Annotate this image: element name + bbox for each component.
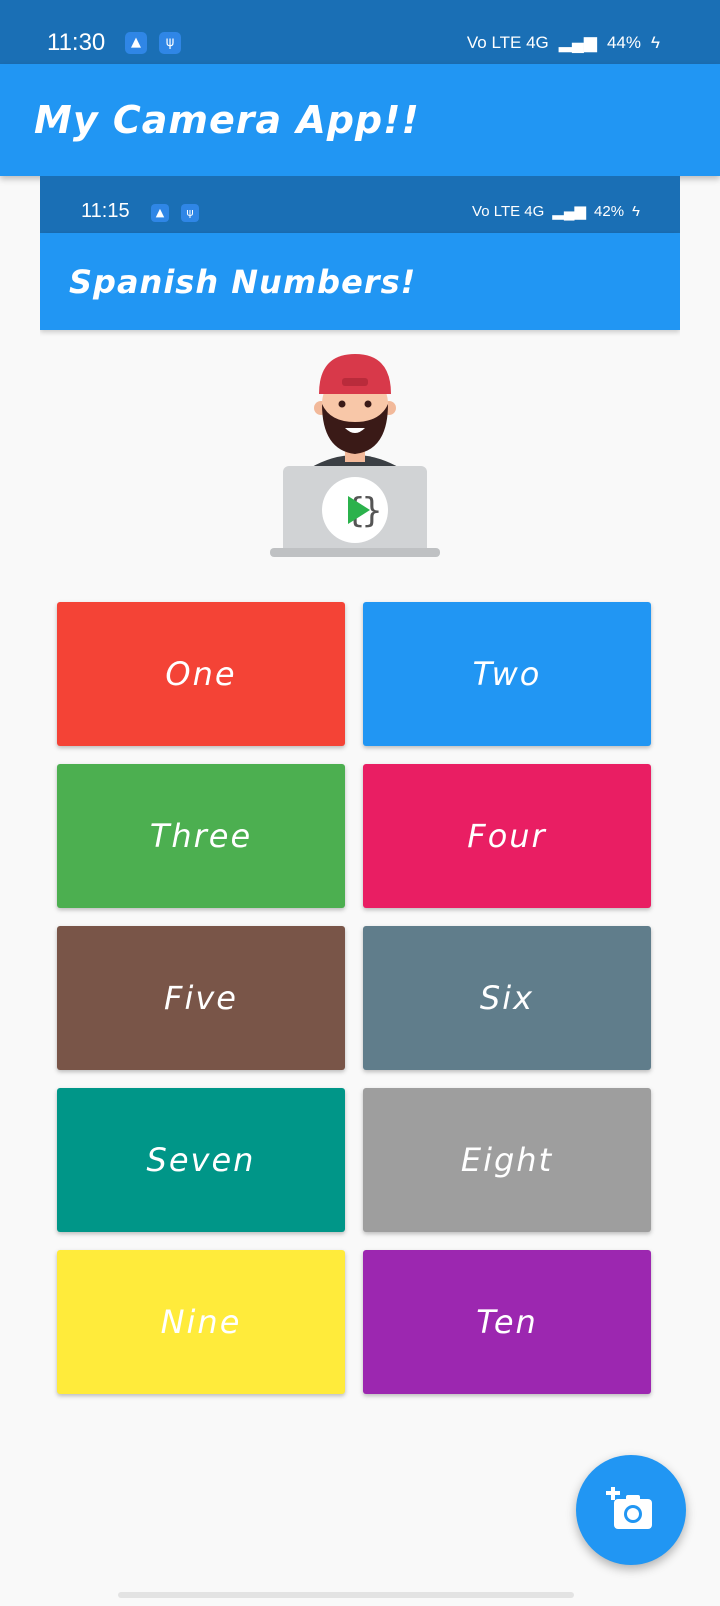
preview-usb-icon: ψ	[181, 204, 199, 222]
preview-charging-icon: ϟ	[632, 203, 640, 220]
preview-app-title: Spanish Numbers!	[69, 263, 417, 301]
android-icon: ▲	[125, 32, 147, 54]
number-label: Six	[479, 979, 535, 1017]
preview-network-indicator: Vo LTE 4G	[472, 203, 545, 220]
number-label: Four	[467, 817, 547, 855]
number-button-nine[interactable]: Nine	[57, 1250, 345, 1394]
number-button-eight[interactable]: Eight	[363, 1088, 651, 1232]
number-label: Ten	[476, 1303, 538, 1341]
preview-battery-level: 42%	[594, 203, 625, 220]
number-button-six[interactable]: Six	[363, 926, 651, 1070]
charging-icon: ϟ	[651, 33, 660, 52]
number-button-four[interactable]: Four	[363, 764, 651, 908]
number-label: One	[165, 655, 237, 693]
add-camera-icon	[606, 1487, 652, 1529]
number-label: Eight	[460, 1141, 554, 1179]
number-label: Two	[472, 655, 542, 693]
number-button-five[interactable]: Five	[57, 926, 345, 1070]
preview-status-right: Vo LTE 4G ▂▄▆ 42% ϟ	[472, 201, 640, 223]
number-buttons-grid: One Two Three Four Five Six Seven Eight …	[57, 602, 651, 1394]
home-indicator[interactable]	[118, 1592, 574, 1598]
usb-icon: ψ	[159, 32, 181, 54]
number-label: Five	[164, 979, 238, 1017]
battery-level: 44%	[606, 33, 641, 52]
photo-preview: 11:15 ▲ ψ Vo LTE 4G ▂▄▆ 42% ϟ Spanish Nu…	[40, 176, 680, 1606]
app-bar: My Camera App!!	[0, 64, 720, 176]
preview-status-bar: 11:15 ▲ ψ Vo LTE 4G ▂▄▆ 42% ϟ	[40, 176, 680, 233]
number-button-one[interactable]: One	[57, 602, 345, 746]
number-button-three[interactable]: Three	[57, 764, 345, 908]
number-button-ten[interactable]: Ten	[363, 1250, 651, 1394]
network-indicator: Vo LTE 4G	[466, 33, 549, 52]
status-time: 11:30	[47, 29, 106, 56]
preview-android-icon: ▲	[151, 204, 169, 222]
take-photo-button[interactable]	[576, 1455, 686, 1565]
developer-avatar-icon: { }	[270, 354, 440, 557]
status-bar: 11:30 ▲ ψ Vo LTE 4G ▂▄▆ 44% ϟ	[0, 0, 720, 64]
app-title: My Camera App!!	[34, 98, 420, 142]
number-button-seven[interactable]: Seven	[57, 1088, 345, 1232]
number-button-two[interactable]: Two	[363, 602, 651, 746]
preview-signal-icon: ▂▄▆	[552, 203, 587, 220]
number-label: Seven	[146, 1141, 256, 1179]
status-right: Vo LTE 4G ▂▄▆ 44% ϟ	[467, 30, 660, 56]
number-label: Three	[149, 817, 253, 855]
signal-icon: ▂▄▆	[558, 33, 597, 52]
preview-status-time: 11:15	[81, 200, 130, 222]
preview-app-bar: Spanish Numbers!	[40, 233, 680, 330]
number-label: Nine	[160, 1303, 242, 1341]
